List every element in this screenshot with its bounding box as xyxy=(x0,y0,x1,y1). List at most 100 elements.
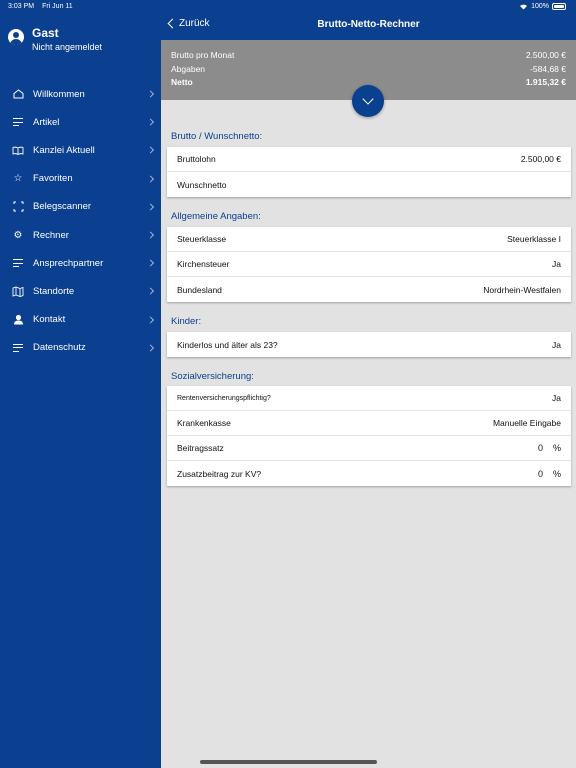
row-label: Bruttolohn xyxy=(177,154,216,164)
row-label: Beitragssatz xyxy=(177,443,224,453)
row-kirchensteuer[interactable]: Kirchensteuer Ja xyxy=(167,252,571,277)
lines-icon xyxy=(12,116,24,128)
sidebar-item-rechner[interactable]: ⚙ Rechner xyxy=(0,221,161,249)
row-wunschnetto[interactable]: Wunschnetto xyxy=(167,172,571,197)
chevron-right-icon xyxy=(146,231,155,239)
sidebar-item-label: Rechner xyxy=(33,229,69,241)
home-indicator[interactable] xyxy=(200,760,377,764)
card-sozialversicherung: Rentenversicherungspflichtig? Ja Kranken… xyxy=(167,386,571,486)
chevron-right-icon xyxy=(146,118,155,126)
summary-label: Abgaben xyxy=(171,64,206,74)
summary-row-abgaben: Abgaben -584,68 € xyxy=(171,64,566,74)
gear-icon: ⚙ xyxy=(13,229,23,241)
chevron-right-icon xyxy=(146,316,155,324)
row-label: Rentenversicherungspflichtig? xyxy=(177,394,271,402)
row-value: 2.500,00 € xyxy=(520,154,561,164)
chevron-right-icon xyxy=(146,90,155,98)
row-label: Zusatzbeitrag zur KV? xyxy=(177,468,262,479)
row-value: Manuelle Eingabe xyxy=(492,418,561,428)
row-steuerklasse[interactable]: Steuerklasse Steuerklasse I xyxy=(167,227,571,252)
star-icon: ☆ xyxy=(13,173,23,185)
section-title-kinder: Kinder: xyxy=(171,316,202,327)
summary-value: 2.500,00 € xyxy=(525,50,566,60)
avatar-icon xyxy=(8,29,24,45)
sidebar-item-belegscanner[interactable]: Belegscanner xyxy=(0,193,161,221)
chevron-right-icon xyxy=(146,146,155,155)
person-icon xyxy=(12,314,24,326)
user-name: Gast xyxy=(32,26,59,40)
section-title-brutto: Brutto / Wunschnetto: xyxy=(171,131,263,142)
sidebar-item-label: Datenschutz xyxy=(33,342,86,354)
sidebar-item-kanzlei-aktuell[interactable]: Kanzlei Aktuell xyxy=(0,136,161,164)
sidebar-item-label: Belegscanner xyxy=(33,201,92,213)
status-time: 3:03 PM xyxy=(8,3,35,10)
sidebar-item-kontakt[interactable]: Kontakt xyxy=(0,306,161,334)
row-rentenversicherung[interactable]: Rentenversicherungspflichtig? Ja xyxy=(167,386,571,411)
chevron-right-icon xyxy=(146,287,155,295)
expand-summary-button[interactable] xyxy=(352,85,384,117)
chevron-right-icon xyxy=(146,175,155,183)
sidebar: 3:03 PM Fri Jun 11 Gast Nicht angemeldet … xyxy=(0,0,161,768)
row-label: Krankenkasse xyxy=(177,418,231,428)
sidebar-item-label: Ansprechpartner xyxy=(33,257,104,269)
page-title: Brutto-Netto-Rechner xyxy=(317,19,420,30)
row-bundesland[interactable]: Bundesland Nordrhein-Westfalen xyxy=(167,277,571,302)
row-beitragssatz[interactable]: Beitragssatz 0 % xyxy=(167,436,571,461)
chevron-right-icon xyxy=(146,344,155,352)
percent-unit: % xyxy=(552,443,561,453)
row-label: Steuerklasse xyxy=(177,234,227,244)
section-title-allgemein: Allgemeine Angaben: xyxy=(171,211,261,222)
card-kinder: Kinderlos und älter als 23? Ja xyxy=(167,332,571,357)
sidebar-menu: Willkommen Artikel Kanzlei Aktuell ☆ Fav… xyxy=(0,80,161,362)
row-zusatzbeitrag[interactable]: Zusatzbeitrag zur KV? 0 % xyxy=(167,461,571,486)
row-krankenkasse[interactable]: Krankenkasse Manuelle Eingabe xyxy=(167,411,571,436)
sidebar-item-standorte[interactable]: Standorte xyxy=(0,277,161,305)
percent-field[interactable]: 0 % xyxy=(538,443,561,453)
sidebar-item-datenschutz[interactable]: Datenschutz xyxy=(0,334,161,362)
card-allgemein: Steuerklasse Steuerklasse I Kirchensteue… xyxy=(167,227,571,302)
map-icon xyxy=(12,285,24,297)
main-panel: 100% Zurück Brutto-Netto-Rechner Brutto … xyxy=(161,0,576,768)
row-value: Ja xyxy=(552,339,561,350)
chevron-right-icon xyxy=(146,259,155,267)
sidebar-item-artikel[interactable]: Artikel xyxy=(0,108,161,136)
section-title-sozialversicherung: Sozialversicherung: xyxy=(171,371,254,382)
row-value: Nordrhein-Westfalen xyxy=(483,284,561,295)
row-value: Ja xyxy=(552,259,561,269)
summary-value: -584,68 € xyxy=(530,64,566,74)
sidebar-item-favoriten[interactable]: ☆ Favoriten xyxy=(0,165,161,193)
app-screen: 3:03 PM Fri Jun 11 Gast Nicht angemeldet … xyxy=(0,0,576,768)
percent-unit: % xyxy=(552,468,561,479)
lines-icon xyxy=(12,342,24,354)
row-value: Ja xyxy=(552,393,561,403)
row-kinderlos[interactable]: Kinderlos und älter als 23? Ja xyxy=(167,332,571,357)
row-label: Bundesland xyxy=(177,284,222,295)
summary-label: Netto xyxy=(171,77,193,87)
sidebar-item-willkommen[interactable]: Willkommen xyxy=(0,80,161,108)
sidebar-item-label: Willkommen xyxy=(33,88,85,100)
status-bar-right: 100% xyxy=(519,3,566,10)
row-value: 0 xyxy=(537,468,543,479)
summary-value: 1.915,32 € xyxy=(525,77,566,87)
sidebar-item-label: Standorte xyxy=(33,285,75,297)
row-value: 0 xyxy=(537,443,543,453)
row-value: Steuerklasse I xyxy=(507,234,561,244)
sidebar-item-label: Favoriten xyxy=(33,173,73,185)
sidebar-item-ansprechpartner[interactable]: Ansprechpartner xyxy=(0,249,161,277)
card-brutto: Bruttolohn 2.500,00 € Wunschnetto xyxy=(167,147,571,197)
percent-field[interactable]: 0 % xyxy=(538,469,561,479)
battery-percent: 100% xyxy=(531,3,549,10)
sidebar-item-label: Kanzlei Aktuell xyxy=(33,144,95,156)
chevron-down-icon xyxy=(362,93,374,105)
battery-icon xyxy=(552,3,566,10)
row-label: Kirchensteuer xyxy=(177,259,230,269)
sidebar-item-label: Artikel xyxy=(33,116,60,128)
scan-icon xyxy=(12,201,24,213)
row-bruttolohn[interactable]: Bruttolohn 2.500,00 € xyxy=(167,147,571,172)
wifi-icon xyxy=(520,4,528,10)
sidebar-item-label: Kontakt xyxy=(33,314,66,326)
row-label: Wunschnetto xyxy=(177,179,227,190)
row-label: Kinderlos und älter als 23? xyxy=(177,339,278,350)
status-date: Fri Jun 11 xyxy=(42,3,73,10)
chevron-right-icon xyxy=(146,203,155,211)
